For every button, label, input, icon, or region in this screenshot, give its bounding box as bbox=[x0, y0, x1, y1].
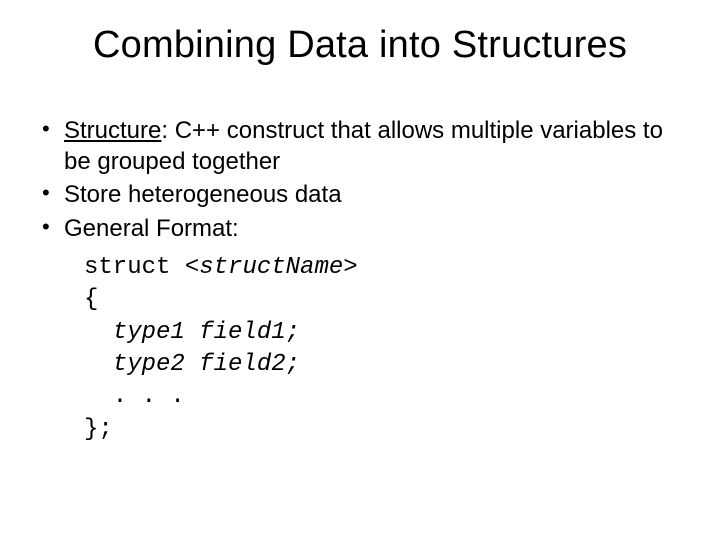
code-line-close-brace: }; bbox=[84, 414, 684, 446]
bullet-item-structure: Structure: C++ construct that allows mul… bbox=[36, 115, 684, 177]
code-line-open-brace: { bbox=[84, 284, 684, 316]
code-line-ellipsis: . . . bbox=[84, 381, 684, 413]
slide-title: Combining Data into Structures bbox=[36, 24, 684, 67]
code-line-field1: type1 field1; bbox=[84, 317, 684, 349]
code-block: struct <structName> { type1 field1; type… bbox=[84, 252, 684, 446]
bullet-item-format: General Format: bbox=[36, 213, 684, 244]
bullet-item-heterogeneous: Store heterogeneous data bbox=[36, 179, 684, 210]
bullet-list: Structure: C++ construct that allows mul… bbox=[36, 115, 684, 244]
term-structure: Structure bbox=[64, 117, 161, 144]
code-line-struct: struct <structName> bbox=[84, 252, 684, 284]
code-line-field2: type2 field2; bbox=[84, 349, 684, 381]
